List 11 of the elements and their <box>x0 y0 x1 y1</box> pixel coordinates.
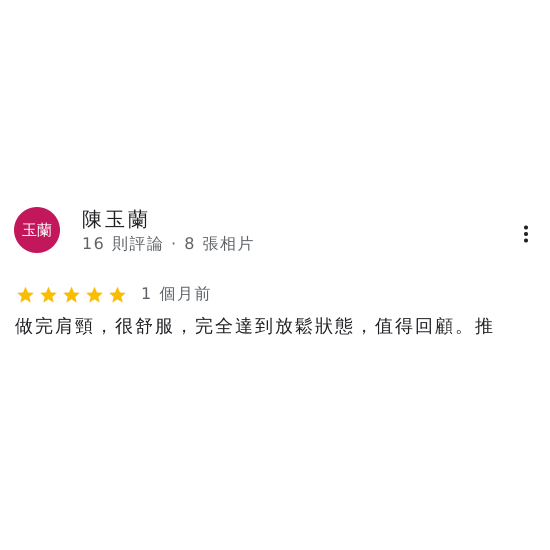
star-icon <box>107 284 128 304</box>
more-options-icon[interactable] <box>523 225 529 243</box>
avatar: 玉蘭 <box>14 207 60 253</box>
star-icon <box>61 284 82 304</box>
review-time: 1 個月前 <box>141 284 212 305</box>
star-icon <box>38 284 59 304</box>
review-text: 做完肩頸，很舒服，完全達到放鬆狀態，值得回顧。推 <box>15 315 496 339</box>
reviewer-name[interactable]: 陳玉蘭 <box>82 207 523 231</box>
star-icon <box>84 284 105 304</box>
review-count: 16 則評論 · 8 張相片 <box>82 234 256 254</box>
star-icon <box>15 284 36 304</box>
